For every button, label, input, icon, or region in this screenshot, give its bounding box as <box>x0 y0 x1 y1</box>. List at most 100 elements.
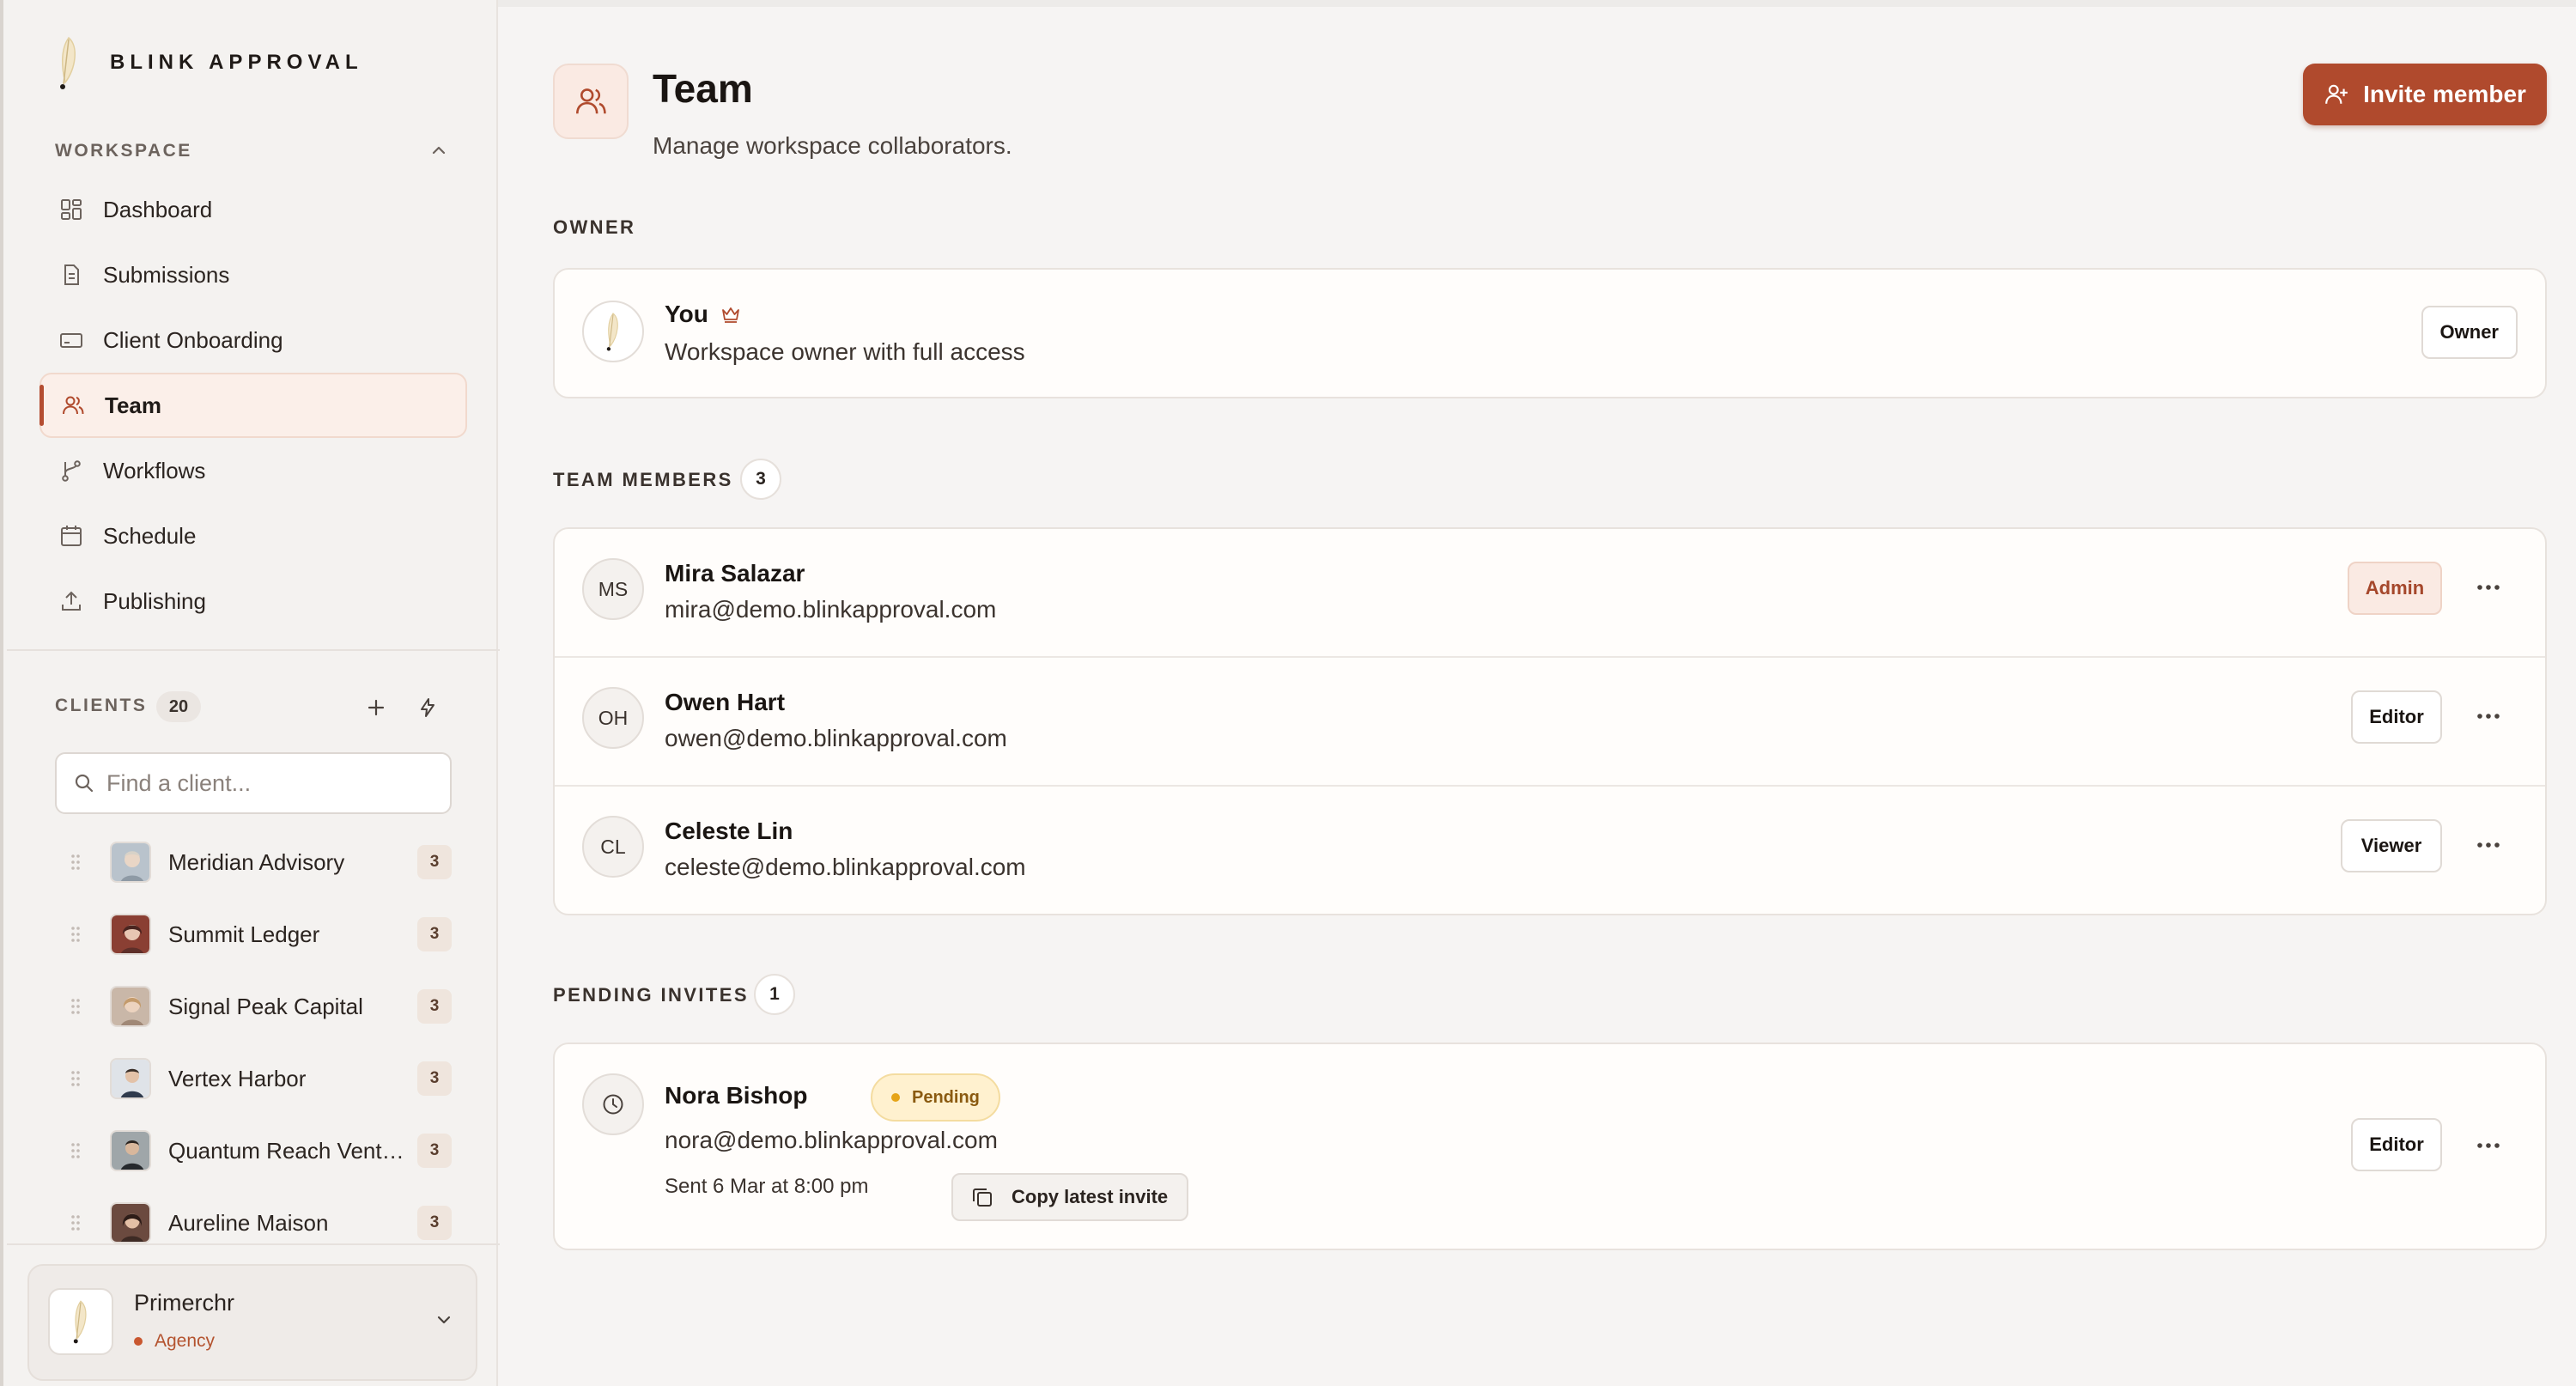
team-members-card: MS Mira Salazar mira@demo.blinkapproval.… <box>553 527 2547 915</box>
search-icon <box>75 774 94 793</box>
table-row: Nora Bishop Pending nora@demo.blinkappro… <box>555 1044 2545 1249</box>
clock-icon <box>582 1073 644 1135</box>
role-select-button[interactable]: Editor <box>2351 690 2442 744</box>
sidebar-item-client-onboarding[interactable]: Client Onboarding <box>39 307 467 373</box>
drag-handle-icon[interactable] <box>65 921 86 947</box>
client-search[interactable] <box>55 752 452 814</box>
copy-icon <box>970 1185 994 1209</box>
brand-logo-icon <box>60 36 76 89</box>
drag-handle-icon[interactable] <box>65 1210 86 1236</box>
status-dot <box>134 1337 143 1346</box>
brand[interactable]: BLINK APPROVAL <box>50 34 363 91</box>
sidebar-nav: Dashboard Submissions Client Onboarding … <box>39 177 467 634</box>
member-name: Mira Salazar <box>665 560 805 587</box>
account-switcher[interactable]: Primerchr Agency <box>27 1264 477 1381</box>
drag-handle-icon[interactable] <box>65 849 86 875</box>
pending-invites-card: Nora Bishop Pending nora@demo.blinkappro… <box>553 1043 2547 1250</box>
member-email: mira@demo.blinkapproval.com <box>665 596 997 623</box>
role-select-button[interactable]: Editor <box>2351 1118 2442 1171</box>
invite-name: Nora Bishop <box>665 1082 808 1109</box>
add-client-button[interactable] <box>359 690 393 725</box>
owner-description: Workspace owner with full access <box>665 338 1025 365</box>
invite-member-button[interactable]: Invite member <box>2303 64 2547 125</box>
sidebar-item-schedule[interactable]: Schedule <box>39 503 467 568</box>
account-name: Primerchr <box>134 1290 235 1316</box>
client-avatar <box>110 986 151 1027</box>
sidebar-item-label: Client Onboarding <box>103 326 283 353</box>
more-options-icon[interactable] <box>2470 1127 2507 1164</box>
status-dot <box>891 1093 900 1102</box>
chevron-up-icon[interactable] <box>426 137 452 163</box>
team-members-count: 3 <box>740 459 781 500</box>
more-options-icon[interactable] <box>2470 826 2507 864</box>
list-item[interactable]: Aureline Maison 3 <box>55 1187 459 1259</box>
client-avatar <box>110 842 151 883</box>
search-input[interactable] <box>106 769 433 797</box>
pending-invites-count: 1 <box>754 974 795 1015</box>
sidebar-item-publishing[interactable]: Publishing <box>39 568 467 634</box>
sidebar-item-label: Publishing <box>103 587 206 614</box>
users-icon <box>60 392 86 418</box>
invite-member-label: Invite member <box>2363 81 2526 107</box>
owner-row: You Workspace owner with full access Own… <box>555 270 2545 397</box>
owner-name: You <box>665 301 708 327</box>
table-row: OH Owen Hart owen@demo.blinkapproval.com… <box>555 658 2545 787</box>
owner-section-label: OWNER <box>553 216 636 238</box>
list-item[interactable]: Meridian Advisory 3 <box>55 826 459 898</box>
client-name: Aureline Maison <box>168 1209 329 1236</box>
drag-handle-icon[interactable] <box>65 994 86 1019</box>
page-title: Team <box>653 66 753 111</box>
main-content: Team Manage workspace collaborators. Inv… <box>498 0 2576 1386</box>
account-logo <box>48 1288 113 1355</box>
sidebar-divider <box>7 1243 500 1245</box>
sidebar-item-label: Dashboard <box>103 196 213 222</box>
brand-name: BLINK APPROVAL <box>110 51 363 74</box>
client-name: Quantum Reach Ventures <box>168 1137 405 1164</box>
owner-name-wrap: You <box>665 301 741 328</box>
client-name: Meridian Advisory <box>168 848 345 875</box>
client-count-badge: 3 <box>417 1061 452 1096</box>
upload-icon <box>58 588 84 614</box>
list-item[interactable]: Signal Peak Capital 3 <box>55 970 459 1043</box>
chevron-down-icon[interactable] <box>431 1307 457 1333</box>
sidebar-item-submissions[interactable]: Submissions <box>39 242 467 307</box>
client-avatar <box>110 1202 151 1243</box>
owner-role-badge: Owner <box>2421 306 2518 359</box>
calendar-icon <box>58 523 84 549</box>
avatar <box>582 301 644 362</box>
drag-handle-icon[interactable] <box>65 1138 86 1164</box>
more-options-icon[interactable] <box>2470 568 2507 606</box>
client-count-badge: 3 <box>417 917 452 951</box>
list-item[interactable]: Summit Ledger 3 <box>55 898 459 970</box>
client-name: Vertex Harbor <box>168 1065 307 1091</box>
role-select-button[interactable]: Viewer <box>2341 819 2442 872</box>
list-item[interactable]: Vertex Harbor 3 <box>55 1043 459 1115</box>
more-options-icon[interactable] <box>2470 697 2507 735</box>
member-name: Owen Hart <box>665 689 786 715</box>
team-members-label: TEAM MEMBERS <box>553 469 733 490</box>
sidebar-item-label: Submissions <box>103 261 230 288</box>
sidebar-item-team[interactable]: Team <box>39 373 467 438</box>
status-label: Pending <box>912 1087 980 1107</box>
sidebar-item-dashboard[interactable]: Dashboard <box>39 177 467 242</box>
avatar: OH <box>582 687 644 749</box>
role-select-button[interactable]: Admin <box>2348 562 2442 615</box>
sidebar-item-workflows[interactable]: Workflows <box>39 438 467 503</box>
member-email: celeste@demo.blinkapproval.com <box>665 854 1026 880</box>
owner-card: You Workspace owner with full access Own… <box>553 268 2547 398</box>
copy-invite-button[interactable]: Copy latest invite <box>951 1173 1189 1221</box>
client-list: Meridian Advisory 3 Summit Ledger 3 Sign… <box>55 826 459 1259</box>
list-item[interactable]: Quantum Reach Ventures 3 <box>55 1115 459 1187</box>
account-type-label: Agency <box>155 1331 216 1351</box>
client-count-badge: 3 <box>417 845 452 879</box>
client-avatar <box>110 1130 151 1171</box>
quick-action-button[interactable] <box>410 690 445 725</box>
branch-icon <box>58 458 84 483</box>
drag-handle-icon[interactable] <box>65 1066 86 1091</box>
sidebar: BLINK APPROVAL WORKSPACE Dashboard Submi… <box>0 0 500 1386</box>
avatar: MS <box>582 558 644 620</box>
sidebar-item-label: Team <box>105 392 161 418</box>
lightning-icon <box>421 698 434 717</box>
crown-icon <box>721 307 739 323</box>
document-icon <box>58 262 84 288</box>
